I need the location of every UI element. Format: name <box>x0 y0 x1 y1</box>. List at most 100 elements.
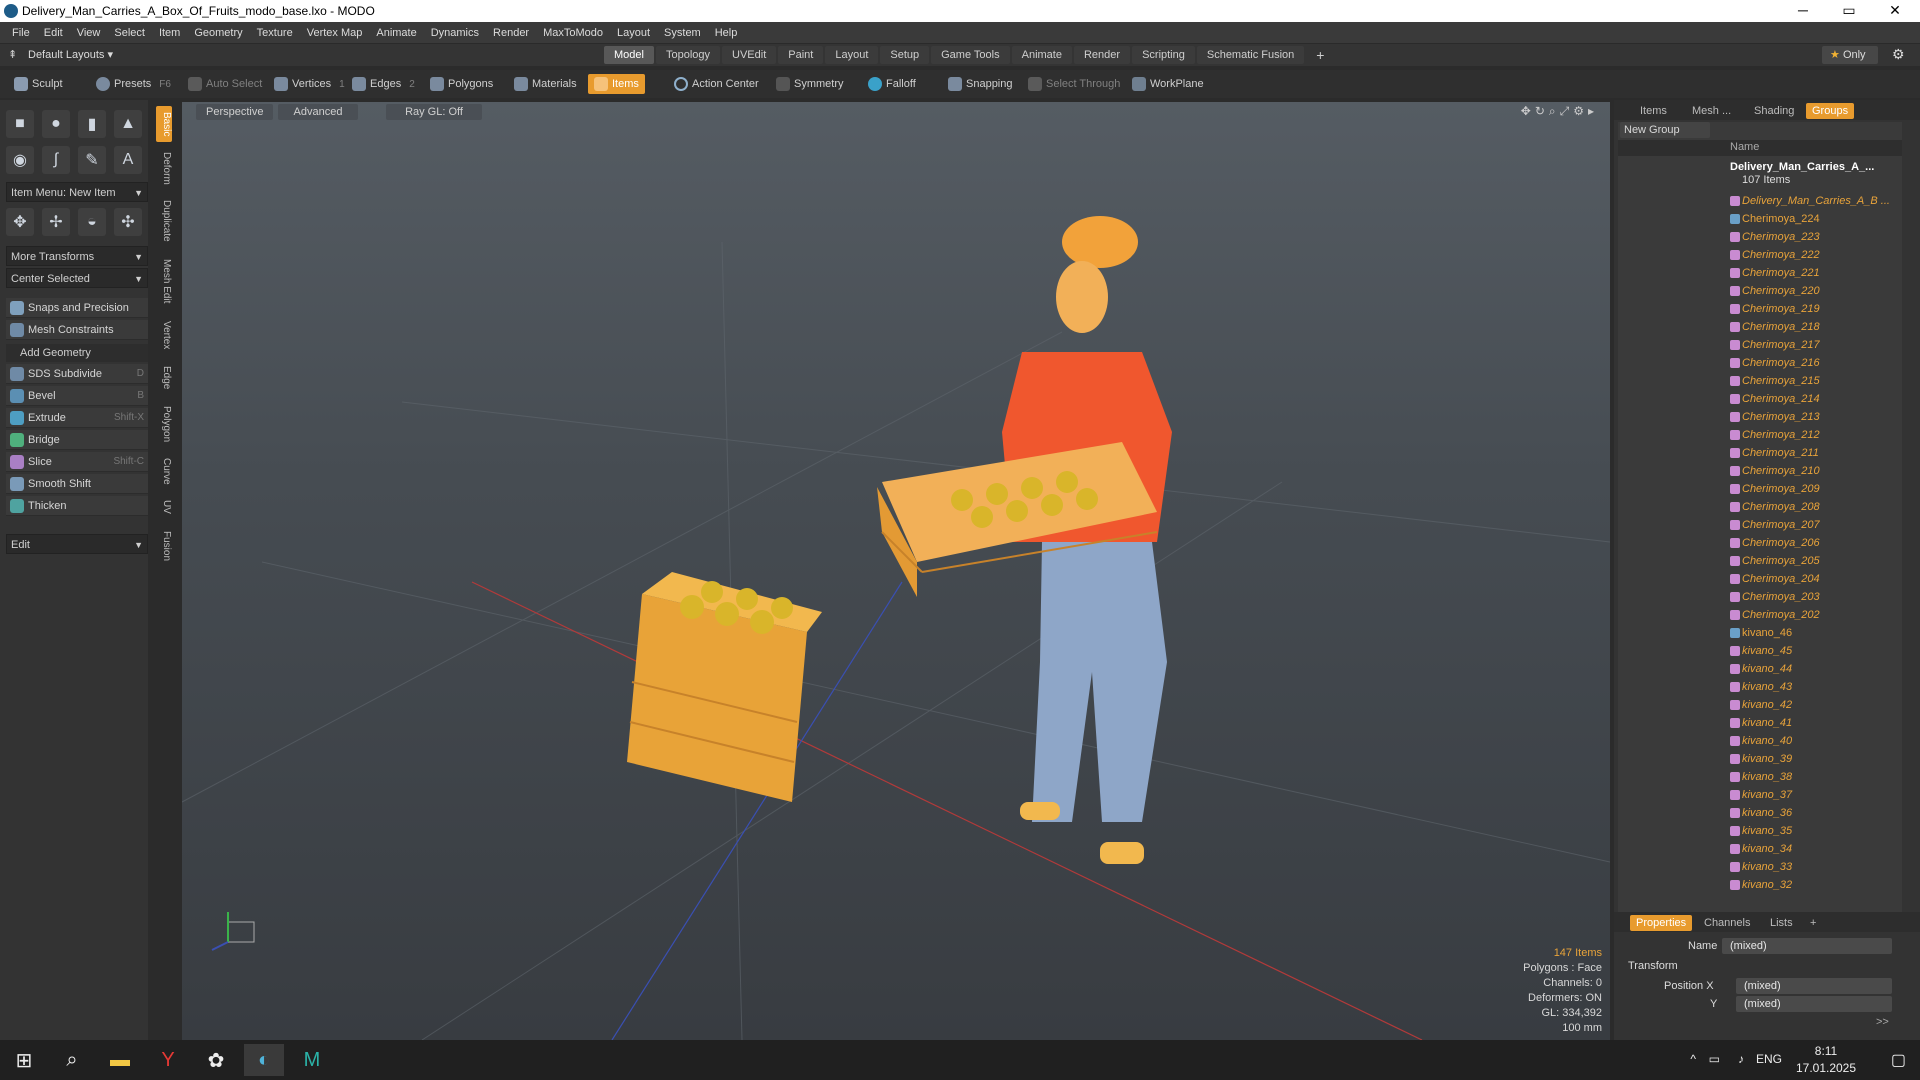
tab-topology[interactable]: Topology <box>655 46 721 64</box>
app-icon[interactable]: ✿ <box>196 1044 236 1076</box>
vtab-fusion[interactable]: Fusion <box>156 526 172 566</box>
default-layouts-dropdown[interactable]: Default Layouts ▾ <box>28 48 113 61</box>
group-item-row[interactable]: Cherimoya_213 <box>1618 408 1902 426</box>
close-button[interactable]: ✕ <box>1872 0 1918 22</box>
sculpt-button[interactable]: Sculpt <box>8 74 69 94</box>
group-item-row[interactable]: kivano_35 <box>1618 822 1902 840</box>
tab-channels[interactable]: Channels <box>1698 915 1756 931</box>
group-item-row[interactable]: Cherimoya_223 <box>1618 228 1902 246</box>
curve-icon[interactable]: ∫ <box>42 146 70 174</box>
menu-edit[interactable]: Edit <box>37 22 70 44</box>
menu-select[interactable]: Select <box>107 22 152 44</box>
group-item-row[interactable]: kivano_37 <box>1618 786 1902 804</box>
transform-section[interactable]: Transform <box>1628 960 1678 972</box>
menu-maxtomodo[interactable]: MaxToModo <box>536 22 610 44</box>
tool-extrude[interactable]: Extrude Shift-X <box>6 408 148 428</box>
tab-game-tools[interactable]: Game Tools <box>931 46 1010 64</box>
cube-icon[interactable]: ■ <box>6 110 34 138</box>
menu-file[interactable]: File <box>0 22 37 44</box>
group-item-row[interactable]: kivano_39 <box>1618 750 1902 768</box>
search-icon[interactable]: ⌕ <box>52 1044 92 1076</box>
add-geometry-section[interactable]: Add Geometry <box>6 344 148 362</box>
menu-system[interactable]: System <box>657 22 708 44</box>
only-toggle[interactable]: ★ Only <box>1822 46 1878 64</box>
tab-layout[interactable]: Layout <box>825 46 879 64</box>
group-item-row[interactable]: Cherimoya_203 <box>1618 588 1902 606</box>
cone-icon[interactable]: ▲ <box>114 110 142 138</box>
presets-button[interactable]: Presets F6 <box>90 74 177 94</box>
group-item-row[interactable]: Cherimoya_206 <box>1618 534 1902 552</box>
group-item-row[interactable]: kivano_38 <box>1618 768 1902 786</box>
tab-render[interactable]: Render <box>1073 46 1131 64</box>
move-icon[interactable]: ✥ <box>6 208 34 236</box>
item-menu-dropdown[interactable]: Item Menu: New Item ▼ <box>6 182 148 202</box>
tray-chevron-icon[interactable]: ^ <box>1690 1052 1696 1066</box>
tab-groups[interactable]: Groups <box>1806 103 1855 119</box>
name-field[interactable]: (mixed) <box>1722 938 1892 954</box>
maxtomodo-taskbar-icon[interactable]: M <box>292 1044 332 1076</box>
group-item-row[interactable]: Cherimoya_216 <box>1618 354 1902 372</box>
tab-shading[interactable]: Shading <box>1748 103 1800 119</box>
vtab-duplicate[interactable]: Duplicate <box>156 196 172 246</box>
group-item-row[interactable]: kivano_33 <box>1618 858 1902 876</box>
tab-schematic-fusion[interactable]: Schematic Fusion <box>1196 46 1305 64</box>
tab-items[interactable]: Items <box>1634 103 1673 119</box>
new-group-button[interactable]: New Group <box>1620 122 1710 138</box>
group-item-row[interactable]: kivano_46 <box>1618 624 1902 642</box>
group-item-row[interactable]: kivano_43 <box>1618 678 1902 696</box>
maximize-button[interactable]: ▭ <box>1826 0 1872 22</box>
menu-view[interactable]: View <box>70 22 108 44</box>
polygons-button[interactable]: Polygons <box>424 74 499 94</box>
edges-button[interactable]: Edges 2 <box>346 74 421 94</box>
group-item-row[interactable]: kivano_34 <box>1618 840 1902 858</box>
select-through-button[interactable]: Select Through <box>1022 74 1126 94</box>
group-item-row[interactable]: kivano_36 <box>1618 804 1902 822</box>
materials-button[interactable]: Materials <box>508 74 583 94</box>
vtab-basic[interactable]: Basic <box>156 106 172 142</box>
clock-date[interactable]: 17.01.2025 <box>1790 1061 1862 1075</box>
notification-icon[interactable]: ▢ <box>1891 1050 1906 1070</box>
group-item-row[interactable]: Cherimoya_215 <box>1618 372 1902 390</box>
vtab-edge[interactable]: Edge <box>156 362 172 394</box>
tool-thicken[interactable]: Thicken <box>6 496 148 516</box>
windows-start-icon[interactable]: ⊞ <box>4 1044 44 1076</box>
language-indicator[interactable]: ENG <box>1756 1052 1782 1066</box>
group-item-row[interactable]: Cherimoya_202 <box>1618 606 1902 624</box>
items-button[interactable]: Items <box>588 74 645 94</box>
group-item-row[interactable]: kivano_42 <box>1618 696 1902 714</box>
menu-item[interactable]: Item <box>152 22 187 44</box>
tab-scripting[interactable]: Scripting <box>1132 46 1195 64</box>
vtab-mesh-edit[interactable]: Mesh Edit <box>156 254 172 308</box>
position-x-field[interactable]: (mixed) <box>1736 978 1892 994</box>
text-icon[interactable]: A <box>114 146 142 174</box>
menu-geometry[interactable]: Geometry <box>187 22 249 44</box>
group-item-row[interactable]: Cherimoya_204 <box>1618 570 1902 588</box>
vtab-uv[interactable]: UV <box>156 496 172 518</box>
group-item-row[interactable]: Delivery_Man_Carries_A_B ... <box>1618 192 1902 210</box>
group-item-row[interactable]: kivano_45 <box>1618 642 1902 660</box>
torus-icon[interactable]: ◉ <box>6 146 34 174</box>
props-add-button[interactable]: + <box>1804 915 1822 931</box>
auto-select-button[interactable]: Auto Select <box>182 74 268 94</box>
minimize-button[interactable]: ─ <box>1780 0 1826 22</box>
scale-icon[interactable]: ◒ <box>78 208 106 236</box>
position-y-field[interactable]: (mixed) <box>1736 996 1892 1012</box>
group-item-row[interactable]: Cherimoya_205 <box>1618 552 1902 570</box>
tab-lists[interactable]: Lists <box>1764 915 1799 931</box>
group-item-row[interactable]: Cherimoya_222 <box>1618 246 1902 264</box>
menu-layout[interactable]: Layout <box>610 22 657 44</box>
group-item-row[interactable]: Cherimoya_207 <box>1618 516 1902 534</box>
modo-taskbar-icon[interactable]: ◐ <box>244 1044 284 1076</box>
rotate-icon[interactable]: ✢ <box>42 208 70 236</box>
snaps-precision-button[interactable]: Snaps and Precision <box>6 298 148 318</box>
group-item-row[interactable]: Cherimoya_218 <box>1618 318 1902 336</box>
tab-animate[interactable]: Animate <box>1011 46 1072 64</box>
tool-slice[interactable]: Slice Shift-C <box>6 452 148 472</box>
volume-icon[interactable]: ♪ <box>1738 1052 1744 1066</box>
vtab-curve[interactable]: Curve <box>156 454 172 488</box>
menu-vertex-map[interactable]: Vertex Map <box>300 22 370 44</box>
clock-time[interactable]: 8:11 <box>1796 1044 1856 1058</box>
group-item-row[interactable]: Cherimoya_217 <box>1618 336 1902 354</box>
menu-animate[interactable]: Animate <box>369 22 423 44</box>
center-selected-dropdown[interactable]: Center Selected ▼ <box>6 268 148 288</box>
